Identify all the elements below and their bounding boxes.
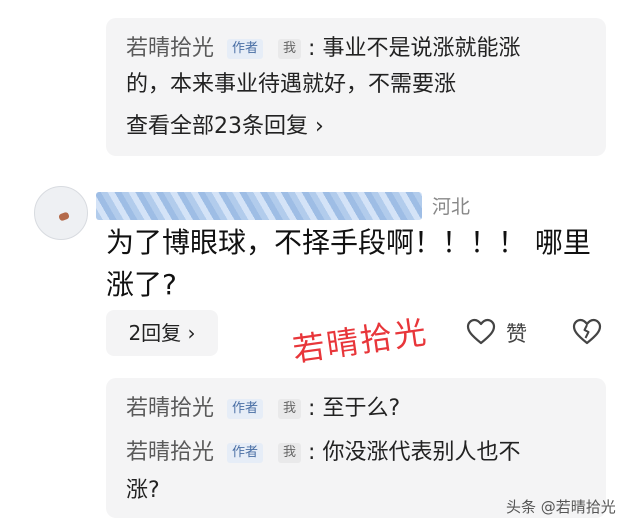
me-badge: 我 (278, 39, 302, 59)
reply-line: 若晴拾光 作者 我 : 事业不是说涨就能涨 (126, 34, 520, 64)
source-watermark: 头条 @若晴拾光 (506, 498, 616, 516)
comment-location: 河北 (432, 196, 471, 218)
avatar-image (58, 211, 70, 222)
sub-reply: 若晴拾光 作者 我 : 你没涨代表别人也不 (126, 438, 520, 468)
blurred-username (96, 192, 422, 220)
watermark-text: 若晴拾光 (290, 312, 431, 370)
view-all-replies-link[interactable]: 查看全部23条回复 › (126, 112, 324, 142)
comment-text: 为了博眼球，不择手段啊！！！！ 哪里 (106, 226, 591, 259)
author-badge: 作者 (227, 443, 264, 463)
reply-author-name[interactable]: 若晴拾光 (126, 36, 214, 61)
dislike-button[interactable] (572, 318, 602, 350)
reply-thread-box: 若晴拾光 作者 我 : 事业不是说涨就能涨 的，本来事业待遇就好，不需要涨 查看… (106, 18, 606, 156)
comment-text-continued: 涨了? (106, 268, 177, 301)
reply-text: : 事业不是说涨就能涨 (308, 36, 521, 61)
reply-author-name[interactable]: 若晴拾光 (126, 396, 214, 421)
author-badge: 作者 (227, 39, 264, 59)
like-button[interactable] (466, 318, 496, 350)
like-label[interactable]: 赞 (506, 318, 527, 348)
me-badge: 我 (278, 399, 302, 419)
reply-count-button[interactable]: 2回复 › (106, 310, 218, 356)
reply-text: : 至于么? (308, 396, 401, 421)
reply-text: : 你没涨代表别人也不 (308, 440, 521, 465)
reply-text-continued: 的，本来事业待遇就好，不需要涨 (126, 72, 457, 97)
reply-text-continued: 涨? (126, 478, 160, 503)
avatar[interactable] (34, 186, 88, 240)
heart-outline-icon (466, 318, 496, 345)
sub-reply: 若晴拾光 作者 我 : 至于么? (126, 394, 400, 424)
reply-author-name[interactable]: 若晴拾光 (126, 440, 214, 465)
broken-heart-icon (572, 318, 602, 345)
author-badge: 作者 (227, 399, 264, 419)
me-badge: 我 (278, 443, 302, 463)
